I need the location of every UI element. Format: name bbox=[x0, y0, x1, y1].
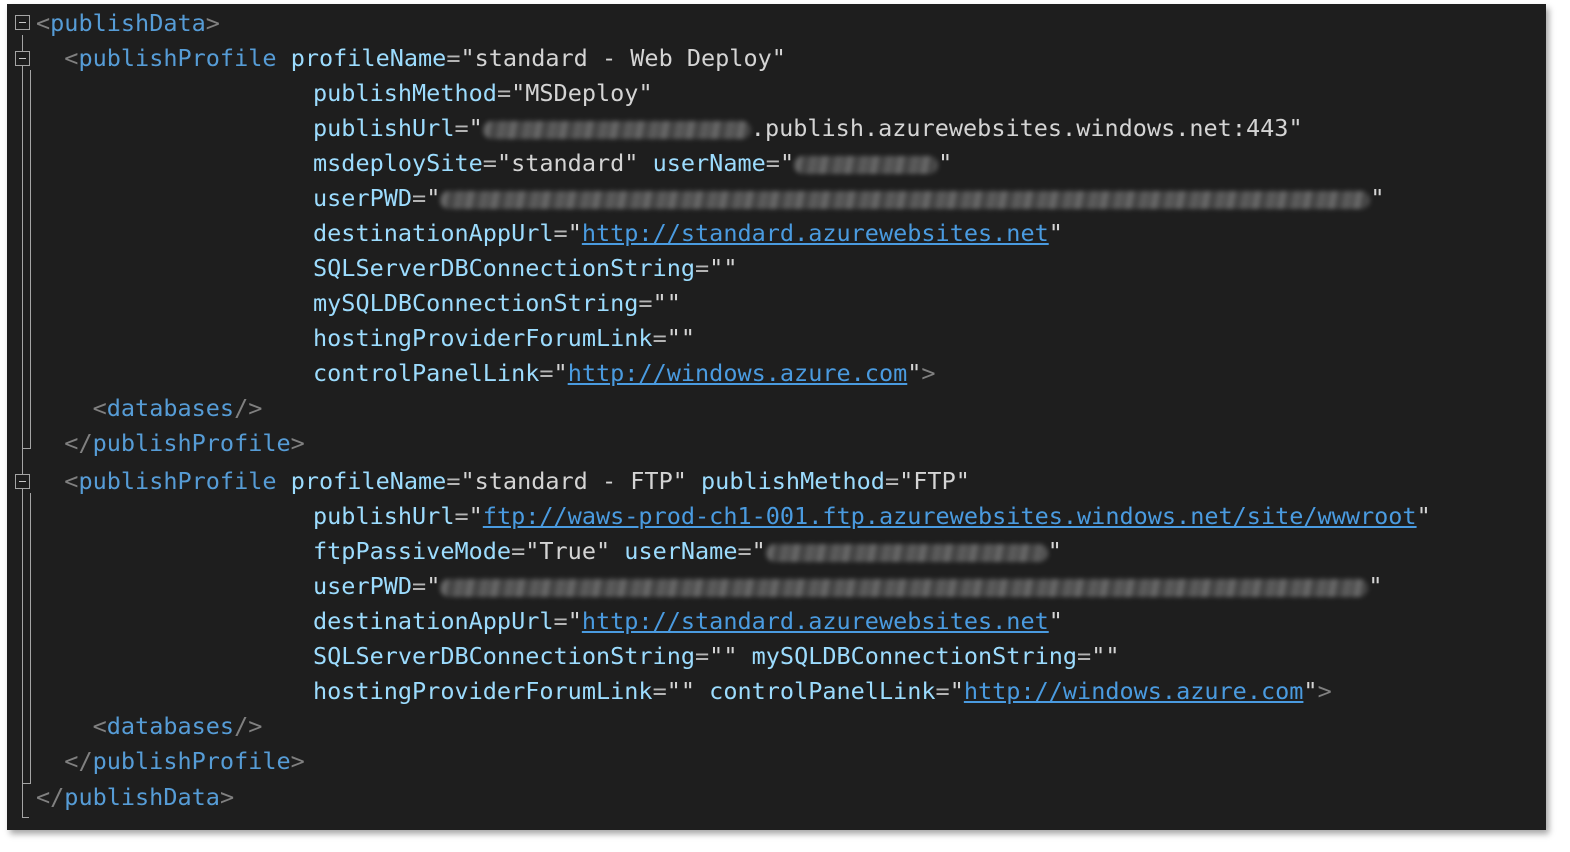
code-line[interactable]: userPWD=" " bbox=[313, 569, 1383, 604]
fold-guide-profile-2 bbox=[30, 493, 31, 783]
code-line[interactable]: <databases/> bbox=[36, 391, 263, 426]
redacted-value bbox=[794, 155, 939, 174]
code-line[interactable]: SQLServerDBConnectionString="" mySQLDBCo… bbox=[313, 639, 1120, 674]
code-line[interactable]: publishUrl="ftp://waws-prod-ch1-001.ftp.… bbox=[313, 499, 1431, 534]
code-line[interactable]: publishMethod="MSDeploy" bbox=[313, 76, 653, 111]
code-line[interactable]: <publishData> bbox=[36, 6, 220, 41]
destination-app-url-link[interactable]: http://standard.azurewebsites.net bbox=[582, 219, 1049, 247]
code-line[interactable]: </publishProfile> bbox=[36, 426, 305, 461]
code-line[interactable]: SQLServerDBConnectionString="" bbox=[313, 251, 737, 286]
control-panel-link[interactable]: http://windows.azure.com bbox=[568, 359, 908, 387]
collapse-toggle-icon[interactable] bbox=[15, 474, 30, 489]
code-line[interactable]: <publishProfile profileName="standard - … bbox=[36, 464, 970, 499]
code-line[interactable]: destinationAppUrl="http://standard.azure… bbox=[313, 216, 1063, 251]
code-line[interactable]: </publishData> bbox=[36, 780, 234, 815]
fold-guide-profile-1 bbox=[30, 70, 31, 448]
redacted-value bbox=[440, 578, 1369, 597]
fold-guide-profile-1-end bbox=[23, 448, 31, 449]
code-line[interactable]: publishUrl=" .publish.azurewebsites.windo… bbox=[313, 111, 1303, 146]
code-line[interactable]: ftpPassiveMode="True" userName=" " bbox=[313, 534, 1062, 569]
redacted-value bbox=[440, 190, 1371, 209]
code-line[interactable]: controlPanelLink="http://windows.azure.c… bbox=[313, 356, 936, 391]
fold-guide-outer bbox=[22, 35, 23, 818]
code-line[interactable]: hostingProviderForumLink="" controlPanel… bbox=[313, 674, 1332, 709]
code-line[interactable]: mySQLDBConnectionString="" bbox=[313, 286, 681, 321]
control-panel-link[interactable]: http://windows.azure.com bbox=[964, 677, 1304, 705]
destination-app-url-link[interactable]: http://standard.azurewebsites.net bbox=[582, 607, 1049, 635]
code-editor[interactable]: <publishData> <publishProfile profileNam… bbox=[7, 4, 1546, 830]
redacted-value bbox=[482, 120, 751, 139]
code-line[interactable]: <publishProfile profileName="standard - … bbox=[36, 41, 786, 76]
code-line[interactable]: destinationAppUrl="http://standard.azure… bbox=[313, 604, 1063, 639]
redacted-value bbox=[765, 543, 1048, 562]
collapse-toggle-icon[interactable] bbox=[15, 15, 30, 30]
ftp-publish-url-link[interactable]: ftp://waws-prod-ch1-001.ftp.azurewebsite… bbox=[483, 502, 1417, 530]
code-line[interactable]: </publishProfile> bbox=[36, 744, 305, 779]
collapse-toggle-icon[interactable] bbox=[15, 51, 30, 66]
code-line[interactable]: userPWD=" " bbox=[313, 181, 1385, 216]
code-line[interactable]: msdeploySite="standard" userName=" " bbox=[313, 146, 952, 181]
code-line[interactable]: <databases/> bbox=[36, 709, 263, 744]
code-line[interactable]: hostingProviderForumLink="" bbox=[313, 321, 695, 356]
fold-guide-outer-end bbox=[22, 817, 29, 818]
fold-guide-profile-2-end bbox=[23, 783, 31, 784]
